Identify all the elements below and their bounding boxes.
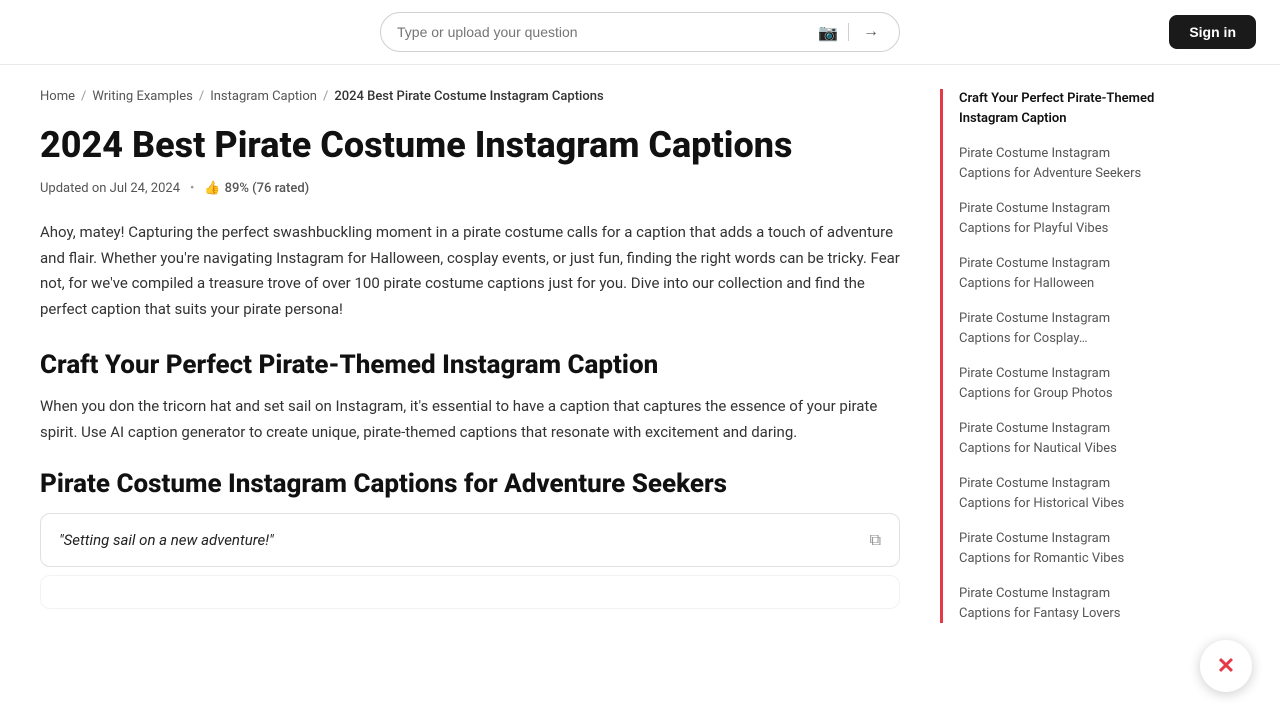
caption-text-1: "Setting sail on a new adventure!" bbox=[59, 531, 274, 549]
meta-row: Updated on Jul 24, 2024 • 👍 89% (76 rate… bbox=[40, 181, 900, 196]
section2-heading: Pirate Costume Instagram Captions for Ad… bbox=[40, 469, 900, 499]
toc-item-4[interactable]: Pirate Costume Instagram Captions for Co… bbox=[959, 309, 1160, 348]
search-bar: 📷 → bbox=[380, 12, 900, 52]
header: 📷 → Sign in bbox=[0, 0, 1280, 65]
toc-item-5[interactable]: Pirate Costume Instagram Captions for Gr… bbox=[959, 364, 1160, 403]
updated-date: Updated on Jul 24, 2024 bbox=[40, 181, 180, 196]
section1-text: When you don the tricorn hat and set sai… bbox=[40, 394, 900, 445]
breadcrumb-instagram-caption[interactable]: Instagram Caption bbox=[210, 89, 317, 104]
sidebar: Craft Your Perfect Pirate-Themed Instagr… bbox=[900, 65, 1160, 663]
toc-item-7[interactable]: Pirate Costume Instagram Captions for Hi… bbox=[959, 474, 1160, 513]
search-input[interactable] bbox=[397, 24, 818, 40]
breadcrumb: Home / Writing Examples / Instagram Capt… bbox=[40, 89, 900, 104]
toc-item-3[interactable]: Pirate Costume Instagram Captions for Ha… bbox=[959, 254, 1160, 293]
search-submit-button[interactable]: → bbox=[859, 21, 883, 43]
camera-icon[interactable]: 📷 bbox=[818, 23, 838, 42]
caption-card-1: "Setting sail on a new adventure!" ⧉ bbox=[40, 513, 900, 567]
breadcrumb-sep-3: / bbox=[323, 89, 328, 104]
page-title: 2024 Best Pirate Costume Instagram Capti… bbox=[40, 124, 900, 167]
page-container: Home / Writing Examples / Instagram Capt… bbox=[0, 65, 1280, 663]
breadcrumb-sep-1: / bbox=[81, 89, 86, 104]
copy-icon-1[interactable]: ⧉ bbox=[870, 530, 881, 550]
toc-item-0[interactable]: Craft Your Perfect Pirate-Themed Instagr… bbox=[959, 89, 1160, 128]
toc-item-8[interactable]: Pirate Costume Instagram Captions for Ro… bbox=[959, 529, 1160, 568]
rating-text: 89% (76 rated) bbox=[225, 181, 310, 196]
breadcrumb-sep-2: / bbox=[199, 89, 204, 104]
meta-dot: • bbox=[190, 181, 194, 196]
toc-item-6[interactable]: Pirate Costume Instagram Captions for Na… bbox=[959, 419, 1160, 458]
toc-item-1[interactable]: Pirate Costume Instagram Captions for Ad… bbox=[959, 144, 1160, 183]
caption-card-2 bbox=[40, 575, 900, 609]
sign-in-button[interactable]: Sign in bbox=[1169, 15, 1256, 49]
search-divider bbox=[848, 23, 849, 41]
float-badge-button[interactable]: ✕ bbox=[1200, 640, 1252, 692]
toc-item-9[interactable]: Pirate Costume Instagram Captions for Fa… bbox=[959, 584, 1160, 623]
thumbs-up-icon: 👍 bbox=[204, 181, 220, 196]
breadcrumb-writing-examples[interactable]: Writing Examples bbox=[92, 89, 192, 104]
breadcrumb-current: 2024 Best Pirate Costume Instagram Capti… bbox=[334, 89, 603, 104]
rating-badge: 👍 89% (76 rated) bbox=[204, 181, 309, 196]
breadcrumb-home[interactable]: Home bbox=[40, 89, 75, 104]
float-badge-icon: ✕ bbox=[1217, 654, 1235, 679]
section1-heading: Craft Your Perfect Pirate-Themed Instagr… bbox=[40, 350, 900, 380]
intro-text: Ahoy, matey! Capturing the perfect swash… bbox=[40, 220, 900, 322]
table-of-contents: Craft Your Perfect Pirate-Themed Instagr… bbox=[940, 89, 1160, 623]
toc-item-2[interactable]: Pirate Costume Instagram Captions for Pl… bbox=[959, 199, 1160, 238]
main-content: Home / Writing Examples / Instagram Capt… bbox=[40, 65, 900, 663]
